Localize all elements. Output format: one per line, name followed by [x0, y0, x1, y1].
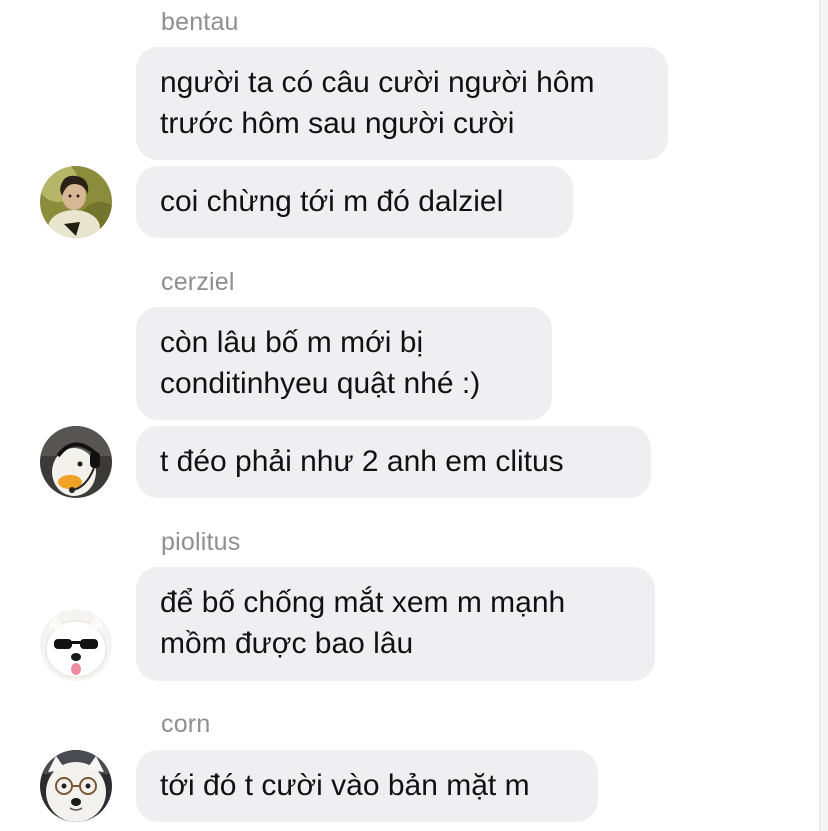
message-bubble[interactable]: còn lâu bố m mới bị conditinhyeu quật nh… — [136, 307, 552, 420]
message-bubble[interactable]: coi chừng tới m đó dalziel — [136, 166, 573, 238]
message-bubble[interactable]: t đéo phải như 2 anh em clitus — [136, 426, 651, 498]
scrollbar-track[interactable] — [819, 0, 828, 831]
sender-name: bentau — [161, 8, 239, 36]
dog-sunglasses-avatar-icon[interactable] — [40, 609, 112, 681]
message-bubble[interactable]: người ta có câu cười người hôm trước hôm… — [136, 47, 668, 160]
message-line: coi chừng tới m đó dalziel — [160, 185, 504, 218]
message-line: người ta có câu cười người hôm trước hôm… — [160, 66, 595, 140]
sender-name: corn — [161, 710, 211, 738]
message-line: để bố chống mắt xem m mạnh mồm được bao … — [160, 586, 566, 660]
person-photo-avatar-icon[interactable] — [40, 166, 112, 238]
sender-name: piolitus — [161, 528, 241, 556]
message-bubble[interactable]: tới đó t cười vào bản mặt m — [136, 750, 598, 822]
dog-glasses-avatar-icon[interactable] — [40, 750, 112, 822]
message-line: tới đó t cười vào bản mặt m — [160, 769, 530, 802]
duck-headset-avatar-icon[interactable] — [40, 426, 112, 498]
message-line: còn lâu bố m mới bị conditinhyeu quật nh… — [160, 326, 481, 400]
chat-message-list[interactable]: bentau người ta có câu cười người hôm tr… — [0, 0, 820, 831]
sender-name: cerziel — [161, 268, 235, 296]
message-line: t đéo phải như 2 anh em clitus — [160, 445, 564, 478]
message-bubble[interactable]: để bố chống mắt xem m mạnh mồm được bao … — [136, 567, 655, 681]
